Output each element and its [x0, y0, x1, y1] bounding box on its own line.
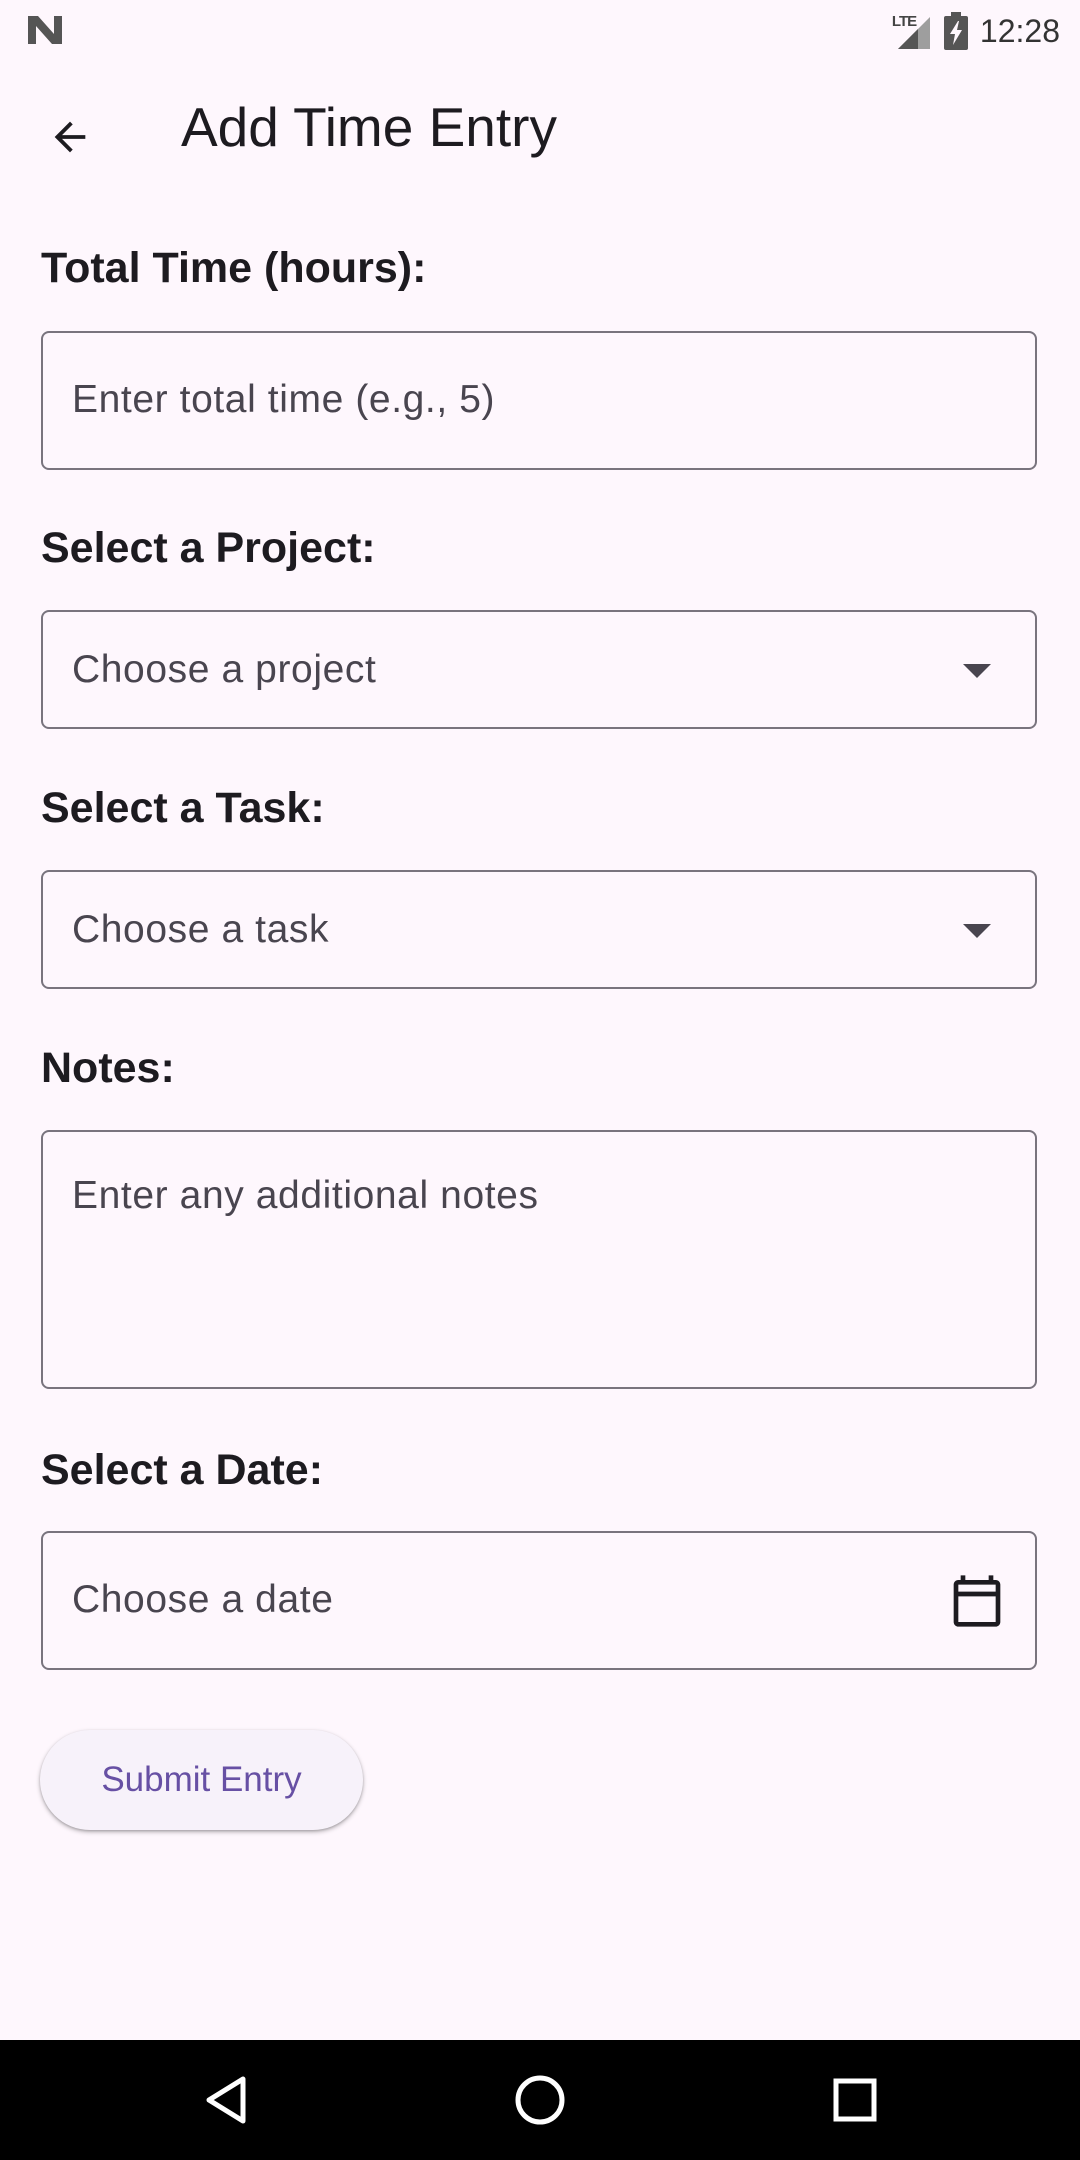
- back-triangle-icon: [206, 2076, 246, 2124]
- status-time: 12:28: [979, 12, 1060, 49]
- submit-entry-button[interactable]: Submit Entry: [40, 1730, 363, 1830]
- nav-back-button[interactable]: [186, 2060, 266, 2140]
- notes-textarea[interactable]: Enter any additional notes: [41, 1130, 1037, 1389]
- total-time-input[interactable]: Enter total time (e.g., 5): [41, 331, 1037, 470]
- task-selected-value: Choose a task: [72, 908, 330, 951]
- recents-square-icon: [833, 2078, 877, 2122]
- status-bar: LTE 12:28: [0, 0, 1080, 62]
- page-title: Add Time Entry: [181, 96, 557, 158]
- home-circle-icon: [515, 2075, 565, 2125]
- system-nav-bar: [0, 2040, 1080, 2160]
- dropdown-arrow-icon: [963, 664, 991, 678]
- notes-label: Notes:: [41, 1044, 175, 1092]
- notes-placeholder: Enter any additional notes: [72, 1174, 539, 1217]
- task-label: Select a Task:: [41, 784, 325, 832]
- app-bar: Add Time Entry: [0, 62, 1080, 198]
- date-label: Select a Date:: [41, 1446, 324, 1494]
- project-label: Select a Project:: [41, 524, 376, 572]
- notification-n-icon: [28, 16, 62, 44]
- task-dropdown[interactable]: Choose a task: [41, 870, 1037, 989]
- arrow-left-icon: [54, 121, 86, 153]
- battery-charging-icon: [943, 12, 968, 50]
- calendar-icon[interactable]: [949, 1573, 1005, 1629]
- submit-entry-label: Submit Entry: [101, 1760, 302, 1799]
- back-button[interactable]: [30, 97, 110, 177]
- total-time-label: Total Time (hours):: [41, 244, 427, 292]
- status-icons: LTE 12:28: [892, 8, 1060, 54]
- dropdown-arrow-icon: [963, 924, 991, 938]
- total-time-placeholder: Enter total time (e.g., 5): [72, 378, 496, 421]
- date-placeholder: Choose a date: [72, 1578, 334, 1621]
- nav-recents-button[interactable]: [815, 2060, 895, 2140]
- date-picker-field[interactable]: Choose a date: [41, 1531, 1037, 1670]
- project-selected-value: Choose a project: [72, 648, 377, 691]
- project-dropdown[interactable]: Choose a project: [41, 610, 1037, 729]
- signal-icon: LTE: [892, 11, 932, 51]
- nav-home-button[interactable]: [500, 2060, 580, 2140]
